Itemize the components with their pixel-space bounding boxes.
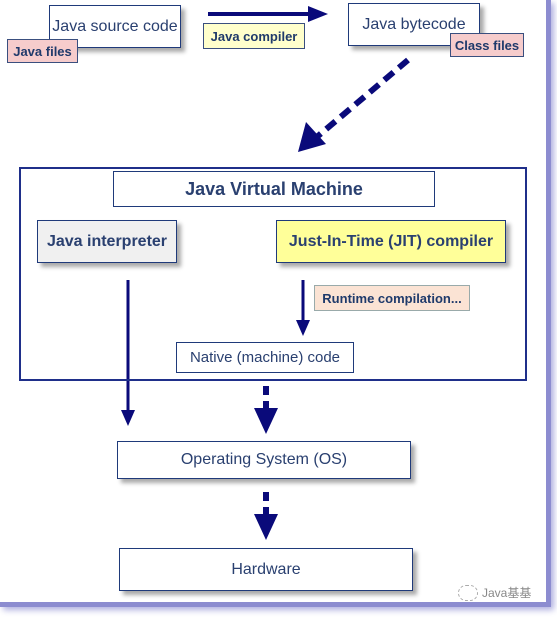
native-code-box: Native (machine) code — [176, 342, 354, 373]
bytecode-label: Java bytecode — [362, 15, 466, 33]
runtime-compilation-tag: Runtime compilation... — [314, 285, 470, 311]
hardware-box: Hardware — [119, 548, 413, 591]
watermark: Java基基 — [458, 584, 531, 601]
native-to-os-arrow — [254, 386, 278, 434]
java-compiler-tag: Java compiler — [203, 23, 305, 49]
jvm-title: Java Virtual Machine — [113, 171, 435, 207]
wechat-icon — [458, 584, 478, 601]
load-arrow — [298, 57, 410, 152]
java-interpreter-box: Java interpreter — [37, 220, 177, 263]
jit-compiler-box: Just-In-Time (JIT) compiler — [276, 220, 506, 263]
jvm-diagram: Java source code Java files Java compile… — [0, 0, 557, 617]
operating-system-box: Operating System (OS) — [117, 441, 411, 479]
java-files-tag: Java files — [7, 39, 78, 63]
compile-arrow — [208, 6, 328, 22]
source-label: Java source code — [52, 17, 178, 35]
os-to-hardware-arrow — [254, 492, 278, 540]
watermark-text: Java基基 — [482, 586, 532, 600]
class-files-tag: Class files — [450, 33, 524, 57]
